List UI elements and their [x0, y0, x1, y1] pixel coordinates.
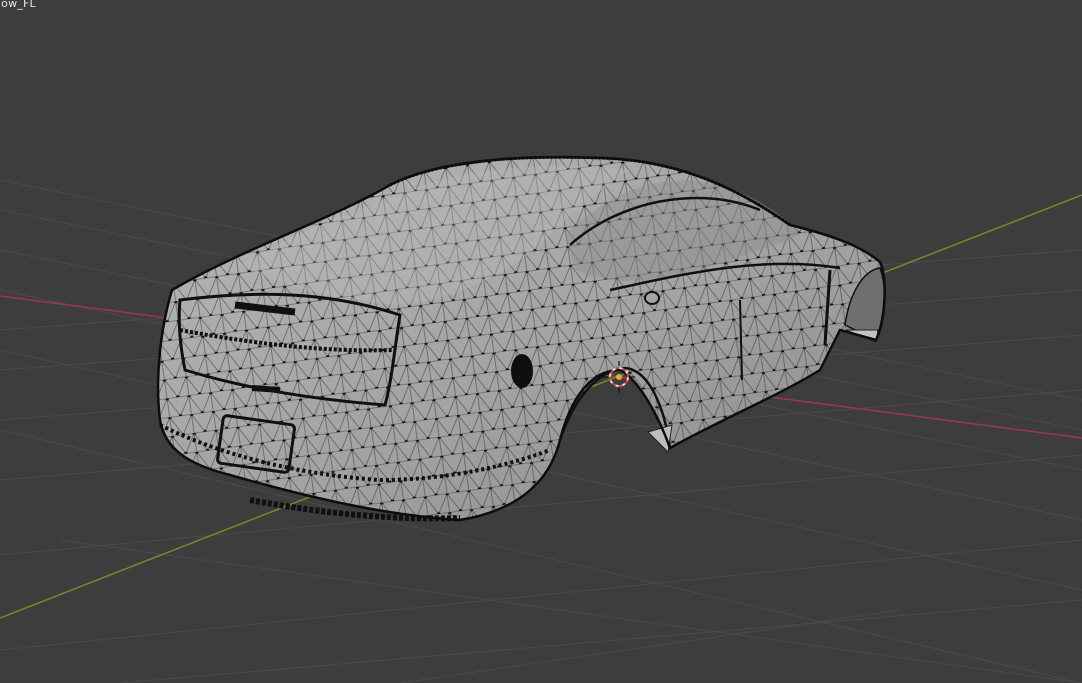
object-name-label: dow_FL [0, 0, 36, 10]
viewport-canvas[interactable] [0, 0, 1082, 683]
3d-viewport[interactable]: dow_FL [0, 0, 1082, 683]
car-mesh[interactable] [140, 140, 900, 540]
